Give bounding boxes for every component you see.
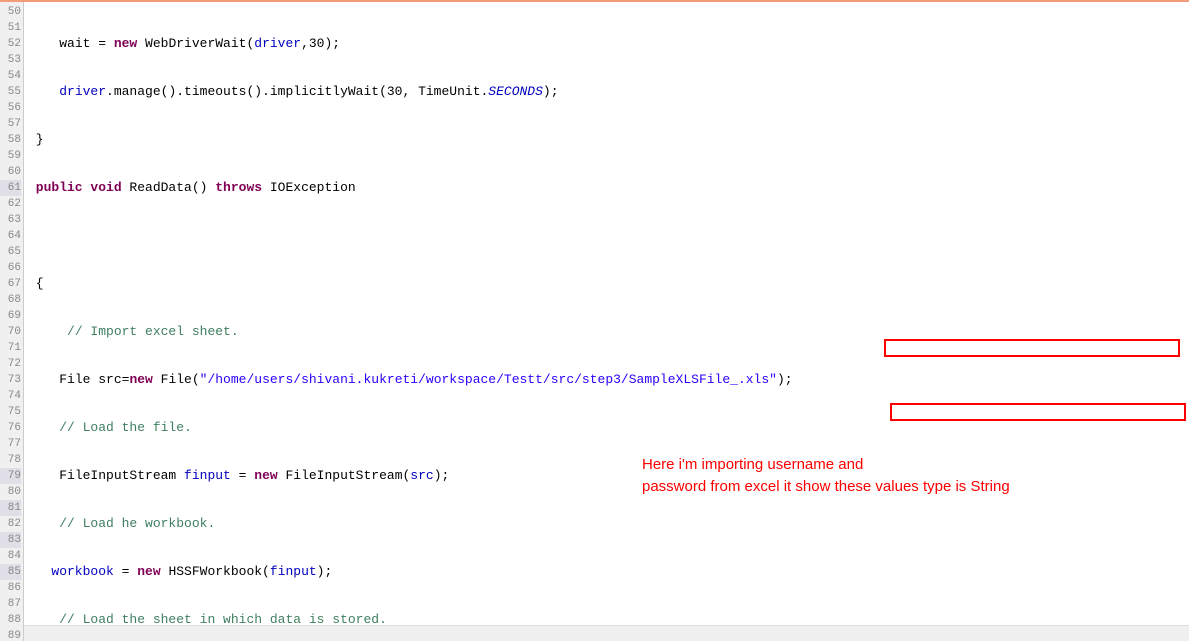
code-line: // Load the file. [24,420,1189,436]
code-line: workbook = new HSSFWorkbook(finput); [24,564,1189,580]
code-line [24,228,1189,244]
code-line: // Load he workbook. [24,516,1189,532]
code-line: public void ReadData() throws IOExceptio… [24,180,1189,196]
code-line: // Import excel sheet. [24,324,1189,340]
code-editor: wait = new WebDriverWait(driver,30); dri… [24,2,1189,641]
code-line: driver.manage().timeouts().implicitlyWai… [24,84,1189,100]
annotation-text: Here i'm importing username and password… [642,454,1182,498]
line-number-gutter: 5051525354555657585960616263646566676869… [0,2,24,641]
code-line: { [24,276,1189,292]
code-line: wait = new WebDriverWait(driver,30); [24,36,1189,52]
horizontal-scrollbar[interactable] [24,625,1189,641]
code-line: File src=new File("/home/users/shivani.k… [24,372,1189,388]
code-line: } [24,132,1189,148]
highlight-box-2 [890,403,1186,421]
highlight-box-1 [884,339,1180,357]
